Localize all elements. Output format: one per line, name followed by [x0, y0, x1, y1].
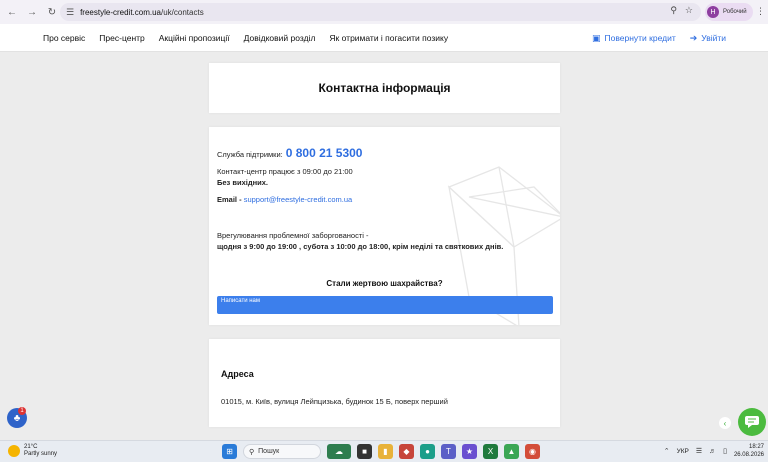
temperature: 21°C — [24, 444, 38, 450]
email-label: Email - — [217, 195, 244, 204]
weather-condition: Partly sunny — [24, 451, 58, 457]
chevron-left-icon[interactable]: ‹ — [719, 417, 731, 429]
clock[interactable]: 18:27 26.08.2026 — [734, 443, 764, 459]
chrome-icon[interactable]: ◉ — [525, 444, 540, 459]
url-domain: freestyle-credit.com.ua — [80, 7, 161, 17]
url-text: freestyle-credit.com.ua/uk/contacts — [80, 8, 204, 17]
search-icon: ⚲ — [249, 448, 255, 456]
debt-settlement-label: Врегулювання проблемної заборгованості - — [217, 231, 369, 240]
start-icon[interactable]: ⊞ — [222, 444, 237, 459]
language-indicator[interactable]: УКР — [677, 448, 689, 455]
weather-icon — [8, 445, 20, 457]
teams-icon[interactable]: T — [441, 444, 456, 459]
file-explorer-icon[interactable]: ▮ — [378, 444, 393, 459]
no-weekends-text: Без вихідних. — [217, 178, 269, 187]
nav-item-press[interactable]: Прес-центр — [99, 33, 144, 43]
chat-icon[interactable] — [738, 408, 766, 436]
address-card: Адреса 01015, м. Київ, вулиця Лейпцизька… — [209, 339, 560, 427]
main-nav: Про сервіс Прес-центр Акційні пропозиції… — [43, 24, 448, 52]
windows-taskbar: 21°C Partly sunny ⊞ ⚲ Пошук ☁ ■ ▮ ◆ ● T … — [0, 440, 768, 462]
login-link[interactable]: ➔ Увійти — [690, 33, 726, 44]
app-icon-2[interactable]: ★ — [462, 444, 477, 459]
forward-icon[interactable]: → — [24, 4, 40, 20]
edge-icon[interactable]: ● — [420, 444, 435, 459]
login-icon: ➔ — [689, 32, 698, 43]
widgets-icon[interactable]: ☁ — [327, 444, 351, 459]
task-view-icon[interactable]: ■ — [357, 444, 372, 459]
site-info-icon[interactable]: ☰ — [66, 7, 74, 18]
support-line: Служба підтримки: 0 800 21 5300 — [217, 146, 362, 160]
nav-item-how-to[interactable]: Як отримати і погасити позику — [329, 33, 448, 43]
clock-date: 26.08.2026 — [733, 452, 764, 458]
nav-item-help[interactable]: Довідковий розділ — [244, 33, 316, 43]
nav-item-about[interactable]: Про сервіс — [43, 33, 85, 43]
search-placeholder: Пошук — [258, 448, 280, 455]
wifi-icon[interactable]: ☰ — [696, 447, 702, 455]
contact-info-card: Служба підтримки: 0 800 21 5300 Контакт-… — [209, 127, 560, 325]
browser-toolbar: ← → ↻ ☰ freestyle-credit.com.ua/uk/conta… — [0, 0, 768, 24]
volume-icon[interactable]: ♬ — [709, 448, 716, 455]
debt-settlement-hours: щодня з 9:00 до 19:00 , субота з 10:00 д… — [217, 242, 504, 251]
battery-icon[interactable]: ▯ — [723, 447, 727, 455]
weather-widget[interactable]: 21°C Partly sunny — [8, 444, 57, 458]
browser-menu-icon[interactable]: ⋮ — [756, 6, 765, 17]
excel-icon[interactable]: X — [483, 444, 498, 459]
return-credit-link[interactable]: ▣ Повернути кредит — [592, 33, 676, 44]
app-icon-3[interactable]: ▲ — [504, 444, 519, 459]
taskbar-search[interactable]: ⚲ Пошук — [243, 444, 321, 459]
clock-time: 18:27 — [748, 444, 764, 450]
fraud-question: Стали жертвою шахрайства? — [326, 279, 443, 288]
return-credit-label: Повернути кредит — [604, 33, 676, 43]
support-label: Служба підтримки: — [217, 150, 283, 159]
reload-icon[interactable]: ↻ — [44, 4, 60, 20]
nav-item-promos[interactable]: Акційні пропозиції — [159, 33, 230, 43]
address-heading: Адреса — [221, 369, 254, 379]
tray-chevron-icon[interactable]: ⌃ — [664, 447, 670, 455]
write-us-button[interactable]: Написати нам — [217, 296, 553, 314]
email-link[interactable]: support@freestyle-credit.com.ua — [244, 195, 353, 204]
address-bar[interactable]: ☰ freestyle-credit.com.ua/uk/contacts ⚲ … — [60, 3, 701, 21]
url-path: /uk/contacts — [161, 7, 204, 17]
wallet-icon: ▣ — [591, 32, 601, 43]
profile-label: Робочий — [723, 9, 747, 15]
login-label: Увійти — [701, 33, 726, 43]
app-icon-1[interactable]: ◆ — [399, 444, 414, 459]
title-card: Контактна інформація — [209, 63, 560, 113]
avatar: Н — [707, 6, 719, 18]
site-header: Про сервіс Прес-центр Акційні пропозиції… — [0, 24, 768, 52]
profile-button[interactable]: Н Робочий — [705, 3, 753, 21]
system-tray: ⌃ УКР ☰ ♬ ▯ 18:27 26.08.2026 — [664, 443, 764, 459]
address-text: 01015, м. Київ, вулиця Лейпцизька, будин… — [221, 397, 448, 406]
notification-badge: 1 — [18, 407, 26, 415]
zoom-icon[interactable]: ⚲ — [670, 5, 677, 16]
support-phone-link[interactable]: 0 800 21 5300 — [286, 146, 363, 160]
email-line: Email - support@freestyle-credit.com.ua — [217, 195, 352, 204]
bookmark-star-icon[interactable]: ☆ — [685, 5, 693, 16]
page-title: Контактна інформація — [318, 81, 451, 95]
back-icon[interactable]: ← — [4, 4, 20, 20]
contact-center-hours: Контакт-центр працює з 09:00 до 21:00 — [217, 167, 353, 176]
